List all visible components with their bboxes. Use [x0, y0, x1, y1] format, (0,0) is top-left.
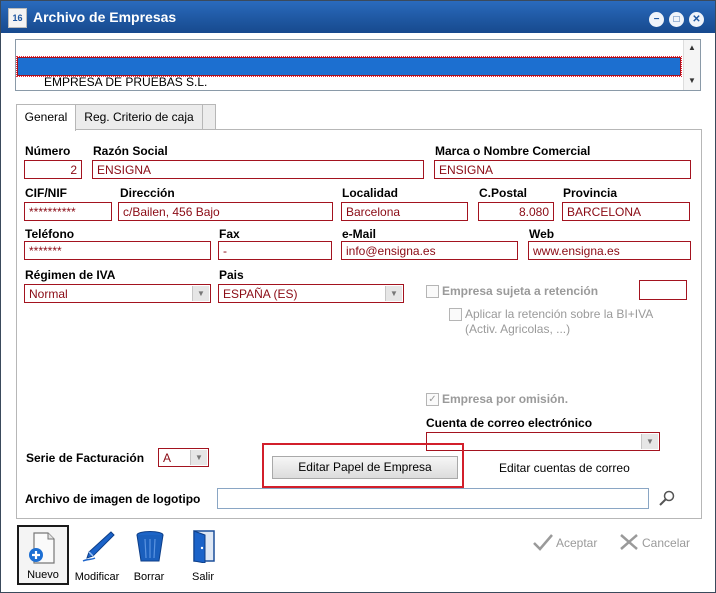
telefono-field[interactable]: ******* [24, 241, 211, 260]
cif-label: CIF/NIF [25, 186, 67, 200]
cuenta-correo-label: Cuenta de correo electrónico [426, 416, 593, 430]
window-title: Archivo de Empresas [33, 9, 177, 25]
direccion-field[interactable]: c/Bailen, 456 Bajo [118, 202, 333, 221]
numero-field[interactable]: 2 [24, 160, 82, 179]
marca-label: Marca o Nombre Comercial [435, 144, 591, 158]
empresa-omision-label: Empresa por omisión. [442, 392, 569, 406]
regimen-iva-select[interactable]: Normal ▼ [24, 284, 211, 303]
tab-general[interactable]: General [16, 104, 76, 131]
tab-criterio-caja[interactable]: Reg. Criterio de caja [75, 104, 203, 130]
pais-select[interactable]: ESPAÑA (ES) ▼ [218, 284, 404, 303]
modificar-label: Modificar [74, 571, 120, 583]
company-list[interactable]: 1 EMPRESA DE PRUEBAS S.L. 2 ENSIGNA ENSI… [15, 39, 701, 128]
company-number: 2 [33, 78, 40, 92]
direccion-label: Dirección [120, 186, 175, 200]
retencion-label: Empresa sujeta a retención [442, 284, 599, 298]
company-name: EMPRESA DE PRUEBAS S.L. [44, 75, 208, 89]
search-icon[interactable] [658, 489, 676, 507]
minimize-icon[interactable]: − [649, 12, 664, 27]
logo-label: Archivo de imagen de logotipo [25, 492, 201, 506]
pais-value: ESPAÑA (ES) [223, 287, 298, 301]
localidad-field[interactable]: Barcelona [341, 202, 468, 221]
editar-cuentas-link[interactable]: Editar cuentas de correo [499, 461, 630, 475]
cif-field[interactable]: ********** [24, 202, 112, 221]
marca-field[interactable]: ENSIGNA [434, 160, 691, 179]
retencion-field[interactable] [639, 280, 687, 300]
cancel-x-icon [620, 534, 638, 550]
company-list-item[interactable]: 1 EMPRESA DE PRUEBAS S.L. [17, 42, 681, 89]
pais-label: Pais [219, 268, 244, 282]
maximize-icon[interactable]: □ [669, 12, 684, 27]
razon-social-field[interactable]: ENSIGNA [92, 160, 424, 179]
razon-social-label: Razón Social [93, 144, 168, 158]
nuevo-button[interactable]: Nuevo [17, 525, 69, 585]
provincia-label: Provincia [563, 186, 618, 200]
scroll-up-icon[interactable]: ▲ [684, 41, 700, 55]
email-field[interactable]: info@ensigna.es [341, 241, 518, 260]
fax-field[interactable]: - [218, 241, 332, 260]
nuevo-label: Nuevo [27, 569, 59, 581]
retencion-checkbox[interactable] [426, 285, 439, 298]
checkmark-icon [533, 534, 553, 551]
company-list-item-selected[interactable]: 2 ENSIGNA ENSIGNA [16, 56, 682, 128]
chevron-down-icon[interactable]: ▼ [192, 286, 209, 301]
app-icon: 16 [8, 8, 27, 28]
cpostal-field[interactable]: 8.080 [478, 202, 554, 221]
title-bar[interactable]: 16 Archivo de Empresas − □ ✕ [1, 1, 715, 33]
trash-icon [136, 531, 164, 562]
web-label: Web [529, 227, 555, 241]
new-document-icon [29, 532, 55, 564]
aplicar-retencion-line1: Aplicar la retención sobre la BI+IVA [465, 307, 654, 321]
numero-label: Número [25, 144, 71, 158]
empresa-omision-checkbox[interactable]: ✓ [426, 393, 439, 406]
list-scrollbar[interactable]: ▲ ▼ [683, 40, 700, 90]
localidad-label: Localidad [342, 186, 399, 200]
borrar-label: Borrar [133, 571, 165, 583]
aplicar-retencion-checkbox[interactable] [449, 308, 462, 321]
aplicar-retencion-line2: (Activ. Agricolas, ...) [465, 322, 571, 336]
chevron-down-icon[interactable]: ▼ [385, 286, 402, 301]
regimen-iva-value: Normal [29, 287, 68, 301]
provincia-field[interactable]: BARCELONA [562, 202, 690, 221]
email-label: e-Mail [342, 227, 377, 241]
salir-button[interactable]: Salir [177, 525, 229, 585]
serie-label: Serie de Facturación [26, 451, 145, 465]
pen-icon [82, 531, 115, 562]
tab-strip-spacer [202, 104, 216, 130]
aplicar-retencion-label: Aplicar la retención sobre la BI+IVA (Ac… [465, 307, 653, 337]
scroll-down-icon[interactable]: ▼ [684, 74, 700, 88]
regimen-iva-label: Régimen de IVA [25, 268, 116, 282]
salir-label: Salir [191, 571, 214, 583]
serie-value: A [163, 451, 172, 465]
aceptar-label: Aceptar [556, 536, 598, 550]
modificar-button[interactable]: Modificar [71, 525, 123, 585]
close-icon[interactable]: ✕ [689, 12, 704, 27]
web-field[interactable]: www.ensigna.es [528, 241, 691, 260]
exit-door-icon [193, 530, 215, 563]
editar-papel-button[interactable]: Editar Papel de Empresa [272, 456, 458, 479]
cpostal-label: C.Postal [479, 186, 528, 200]
logo-field[interactable] [217, 488, 649, 509]
chevron-down-icon[interactable]: ▼ [641, 434, 658, 449]
fax-label: Fax [219, 227, 240, 241]
serie-select[interactable]: A ▼ [158, 448, 209, 467]
cancelar-label: Cancelar [642, 536, 691, 550]
telefono-label: Teléfono [25, 227, 75, 241]
company-alias: ENSIGNA [237, 114, 292, 128]
archivo-empresas-window: 16 Archivo de Empresas − □ ✕ 1 EMPRESA D… [0, 0, 716, 593]
borrar-button[interactable]: Borrar [123, 525, 175, 585]
chevron-down-icon[interactable]: ▼ [190, 450, 207, 465]
